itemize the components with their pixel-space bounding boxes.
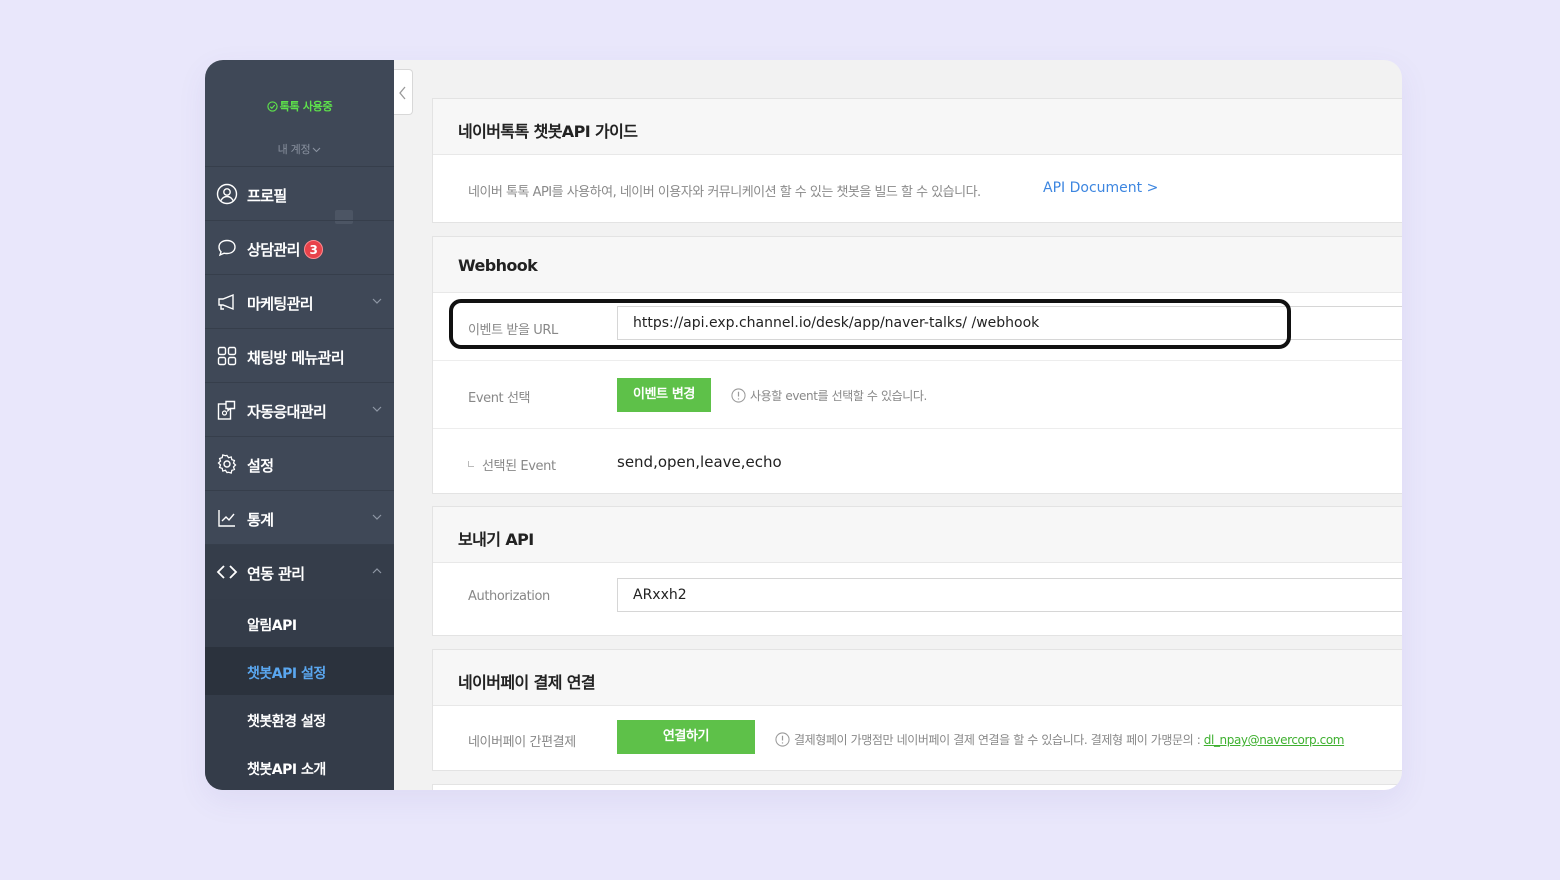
sidebar-item-label: 통계 xyxy=(247,511,274,529)
main-content: 네이버톡톡 챗봇API 가이드 네이버 톡톡 API를 사용하여, 네이버 이용… xyxy=(432,98,1402,790)
profile-icon xyxy=(216,183,238,205)
integration-submenu: 알림API 챗봇API 설정 챗봇환경 설정 챗봇API 소개 xyxy=(205,599,394,790)
tree-corner-icon xyxy=(468,461,474,467)
selected-event-row: 선택된 Event send,open,leave,echo xyxy=(433,429,1402,497)
account-label: 내 계정 xyxy=(277,143,311,156)
send-api-card-header: 보내기 API xyxy=(433,507,1402,563)
sidebar-item-auto-reply[interactable]: 자동응대관리 xyxy=(205,383,394,437)
webhook-url-input[interactable]: https://api.exp.channel.io/desk/app/nave… xyxy=(617,306,1402,340)
naverpay-connect-button[interactable]: 연결하기 xyxy=(617,720,755,754)
auto-reply-icon xyxy=(217,400,236,420)
sidebar-item-chatroom-menu[interactable]: 채팅방 메뉴관리 xyxy=(205,329,394,383)
sidebar-collapse-button[interactable] xyxy=(394,69,413,115)
gear-icon xyxy=(217,454,237,474)
naverpay-hint: 결제형페이 가맹점만 네이버페이 결제 연결을 할 수 있습니다. 결제형 페이… xyxy=(775,731,1344,748)
sidebar-item-integration[interactable]: 연동 관리 xyxy=(205,545,394,599)
webhook-title: Webhook xyxy=(458,256,538,275)
event-hint-text: 사용할 event를 선택할 수 있습니다. xyxy=(750,389,927,403)
naverpay-row: 네이버페이 간편결제 연결하기 결제형페이 가맹점만 네이버페이 결제 연결을 … xyxy=(433,706,1402,774)
authorization-row: Authorization ARxxh2 xyxy=(433,563,1402,631)
authorization-label: Authorization xyxy=(468,589,550,604)
guide-card-header: 네이버톡톡 챗봇API 가이드 xyxy=(433,99,1402,155)
selected-event-label: 선택된 Event xyxy=(482,459,556,474)
naverpay-email-link[interactable]: dl_npay@navercorp.com xyxy=(1204,733,1345,747)
guide-description: 네이버 톡톡 API를 사용하여, 네이버 이용자와 커뮤니케이션 할 수 있는… xyxy=(468,185,981,200)
naverpay-card: 네이버페이 결제 연결 네이버페이 간편결제 연결하기 결제형페이 가맹점만 네… xyxy=(432,649,1402,771)
selected-event-value: send,open,leave,echo xyxy=(617,453,782,471)
guide-title: 네이버톡톡 챗봇API 가이드 xyxy=(458,122,638,141)
chevron-left-icon xyxy=(399,86,406,100)
naverpay-title: 네이버페이 결제 연결 xyxy=(458,673,596,692)
api-document-link[interactable]: API Document > xyxy=(1043,180,1158,196)
event-hint: 사용할 event를 선택할 수 있습니다. xyxy=(731,387,927,404)
authorization-input[interactable]: ARxxh2 xyxy=(617,578,1402,612)
chevron-up-icon xyxy=(372,568,382,574)
chevron-down-icon xyxy=(372,298,382,304)
chevron-down-icon xyxy=(372,514,382,520)
talk-status-label: 톡톡 사용중 xyxy=(279,100,333,113)
sidebar-header: 톡톡 사용중 내 계정 xyxy=(205,60,394,224)
sidebar-item-label: 자동응대관리 xyxy=(247,403,327,421)
change-event-button[interactable]: 이벤트 변경 xyxy=(617,378,711,412)
naverpay-label: 네이버페이 간편결제 xyxy=(468,735,576,750)
sidebar-item-settings[interactable]: 설정 xyxy=(205,437,394,491)
send-api-title: 보내기 API xyxy=(458,530,534,549)
unread-count-badge: 3 xyxy=(303,240,323,259)
event-select-label: Event 선택 xyxy=(468,391,531,406)
sidebar-item-label: 연동 관리 xyxy=(247,565,305,583)
submenu-item-notification-api[interactable]: 알림API xyxy=(205,599,394,647)
chevron-down-icon xyxy=(312,147,321,153)
sidebar-item-profile[interactable]: 프로필 xyxy=(205,167,394,221)
submenu-item-chatbot-env-settings[interactable]: 챗봇환경 설정 xyxy=(205,695,394,743)
sidebar-item-marketing[interactable]: 마케팅관리 xyxy=(205,275,394,329)
naverpay-card-header: 네이버페이 결제 연결 xyxy=(433,650,1402,706)
webhook-url-row: 이벤트 받을 URL https://api.exp.channel.io/de… xyxy=(433,293,1402,361)
sidebar-item-label: 마케팅관리 xyxy=(247,295,314,313)
code-icon xyxy=(216,565,238,579)
webhook-url-label: 이벤트 받을 URL xyxy=(468,323,558,338)
send-api-card: 보내기 API Authorization ARxxh2 xyxy=(432,506,1402,636)
sidebar-item-consulting[interactable]: 상담관리 3 xyxy=(205,221,394,275)
chart-icon xyxy=(218,510,235,527)
sidebar-item-label: 상담관리 xyxy=(247,241,300,259)
guide-card: 네이버톡톡 챗봇API 가이드 네이버 톡톡 API를 사용하여, 네이버 이용… xyxy=(432,98,1402,223)
talk-status: 톡톡 사용중 xyxy=(205,98,394,114)
sidebar-item-label: 설정 xyxy=(247,457,274,475)
submenu-item-chatbot-api-intro[interactable]: 챗봇API 소개 xyxy=(205,743,394,790)
submenu-item-chatbot-api-settings[interactable]: 챗봇API 설정 xyxy=(205,647,394,695)
guide-row: 네이버 톡톡 API를 사용하여, 네이버 이용자와 커뮤니케이션 할 수 있는… xyxy=(433,155,1402,223)
webhook-card-header: Webhook xyxy=(433,237,1402,293)
chevron-down-icon xyxy=(372,406,382,412)
next-card xyxy=(432,784,1402,790)
webhook-card: Webhook 이벤트 받을 URL https://api.exp.chann… xyxy=(432,236,1402,494)
chat-icon xyxy=(218,239,236,257)
sidebar: 톡톡 사용중 내 계정 프로필 상담관리 3 마케팅관리 채팅방 메뉴관리 자동응… xyxy=(205,60,394,790)
megaphone-icon xyxy=(218,293,234,311)
info-icon xyxy=(731,388,746,403)
account-dropdown[interactable]: 내 계정 xyxy=(205,141,394,157)
sidebar-item-stats[interactable]: 통계 xyxy=(205,491,394,545)
check-circle-icon xyxy=(266,101,278,112)
info-icon xyxy=(775,732,790,747)
sidebar-item-label: 프로필 xyxy=(247,187,287,205)
grid-icon xyxy=(217,346,237,366)
event-select-row: Event 선택 이벤트 변경 사용할 event를 선택할 수 있습니다. xyxy=(433,361,1402,429)
sidebar-item-label: 채팅방 메뉴관리 xyxy=(247,349,345,367)
app-window: 톡톡 사용중 내 계정 프로필 상담관리 3 마케팅관리 채팅방 메뉴관리 자동응… xyxy=(205,60,1402,790)
naverpay-hint-text: 결제형페이 가맹점만 네이버페이 결제 연결을 할 수 있습니다. 결제형 페이… xyxy=(794,733,1204,747)
